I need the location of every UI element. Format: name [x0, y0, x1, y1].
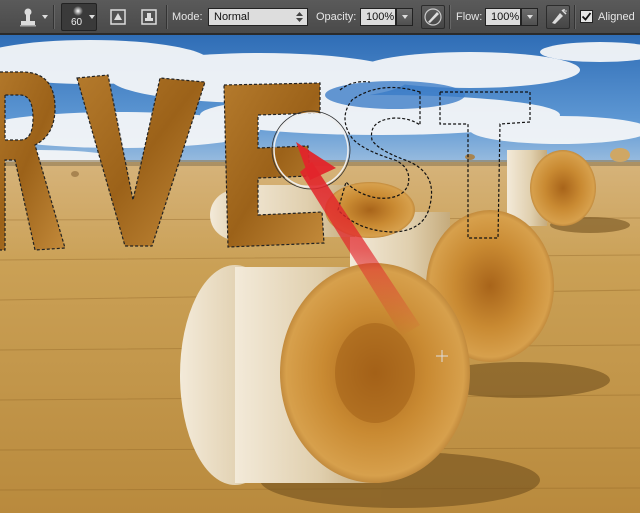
- clone-stamp-icon: [20, 8, 36, 27]
- mode-label: Mode:: [172, 11, 203, 23]
- clone-stamp-tool-preset[interactable]: [8, 4, 48, 30]
- aligned-label: Aligned: [598, 11, 635, 23]
- updown-arrows-icon: [296, 12, 303, 22]
- opacity-slider-button[interactable]: [396, 8, 413, 26]
- mode-select-value: Normal: [214, 11, 250, 23]
- flow-label: Flow:: [456, 11, 483, 23]
- options-bar: 60 Mode: Normal Opacity: 100% Flow: 100%…: [0, 0, 640, 34]
- flow-value: 100%: [491, 11, 520, 23]
- separator: [449, 5, 450, 29]
- hay-bale-front: [180, 263, 470, 485]
- separator: [574, 5, 575, 29]
- flow-slider-button[interactable]: [521, 8, 538, 26]
- hay-bale-far: [507, 150, 596, 226]
- toggle-brush-panel-button[interactable]: [106, 4, 130, 30]
- chevron-down-icon: [402, 15, 408, 19]
- separator: [53, 5, 54, 29]
- checkmark-icon: [581, 12, 592, 21]
- chevron-down-icon: [527, 15, 533, 19]
- soft-brush-tip-icon: [73, 6, 83, 16]
- sky-patch: [325, 81, 465, 109]
- flow-field[interactable]: 100%: [485, 8, 521, 26]
- brush-size-value: 60: [71, 17, 83, 28]
- separator: [166, 5, 167, 29]
- pressure-opacity-button[interactable]: [421, 5, 445, 29]
- tool-preset-dropdown-arrow[interactable]: [42, 15, 48, 19]
- pressure-pen-icon: [424, 8, 442, 26]
- clone-source-panel-icon: [141, 9, 157, 25]
- toggle-clone-source-panel-button[interactable]: [137, 4, 161, 30]
- airbrush-icon: [552, 9, 567, 24]
- canvas-image: [0, 35, 640, 513]
- aligned-checkbox[interactable]: [580, 10, 593, 23]
- mode-select[interactable]: Normal: [208, 8, 308, 26]
- opacity-field[interactable]: 100%: [360, 8, 396, 26]
- airbrush-button[interactable]: [546, 5, 570, 29]
- brush-panel-icon: [110, 9, 126, 25]
- brush-picker-arrow[interactable]: [89, 15, 95, 19]
- opacity-value: 100%: [366, 11, 395, 23]
- brush-preset-picker[interactable]: 60: [61, 3, 97, 31]
- document-canvas[interactable]: [0, 35, 640, 513]
- opacity-label: Opacity:: [316, 11, 357, 23]
